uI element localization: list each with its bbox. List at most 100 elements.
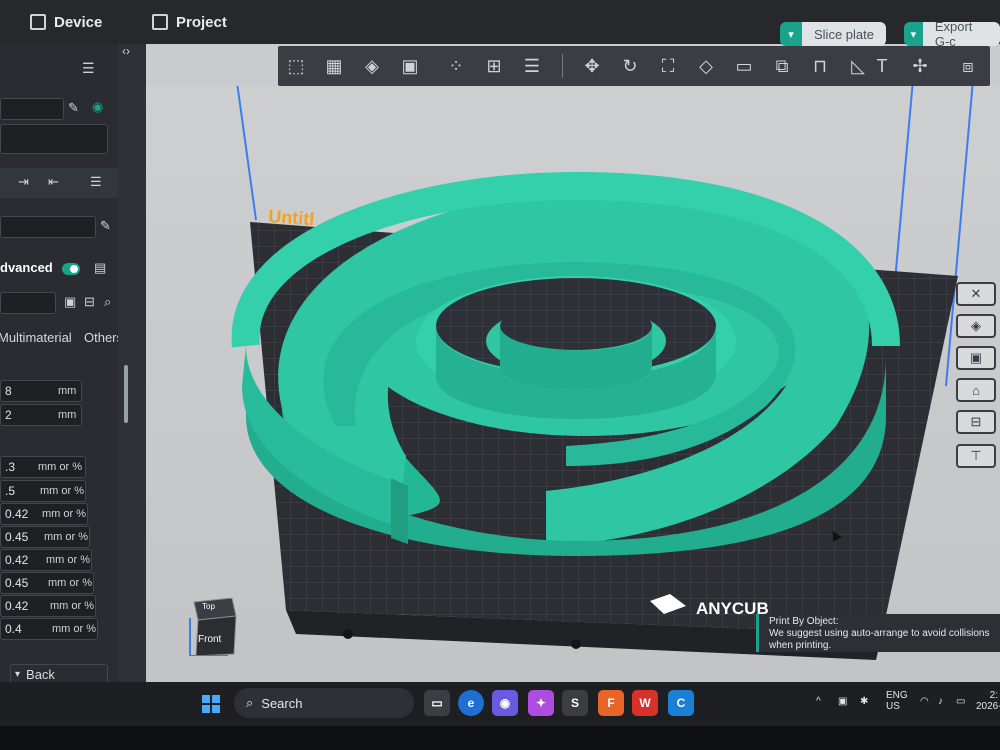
language-bottom: US <box>886 701 900 712</box>
wps-office-icon[interactable]: W <box>632 690 658 716</box>
setting-value: 8 <box>5 384 12 398</box>
support-paint-icon[interactable]: ⊓ <box>806 52 834 80</box>
view-arrange-icon[interactable]: ▣ <box>956 346 996 370</box>
auto-orient-icon[interactable]: ◈ <box>358 52 386 80</box>
rotate-icon[interactable]: ↻ <box>616 52 644 80</box>
view-cube-front-label: Front <box>198 634 222 645</box>
setting-value: 0.45 <box>5 576 29 590</box>
setting-unit: mm or % <box>52 623 96 635</box>
wifi-icon[interactable]: ◉ <box>92 99 103 115</box>
move-icon[interactable]: ✥ <box>578 52 606 80</box>
setting-unit: mm or % <box>42 508 86 520</box>
toast-message: We suggest using auto-arrange to avoid c… <box>769 628 990 651</box>
edge-browser-icon[interactable]: e <box>458 690 484 716</box>
wifi-icon[interactable]: ◠ <box>920 696 929 707</box>
filament-settings-icon[interactable]: ☰ <box>90 174 102 190</box>
taskbar: ⌕ Search ▭ e ◉ ✦ S F W C ^ ▣ ✱ ENG US ◠ … <box>0 682 1000 750</box>
search-icon[interactable]: ⌕ <box>104 294 111 310</box>
language-indicator[interactable]: ENG US <box>886 690 908 712</box>
setting-value: 0.4 <box>5 622 22 636</box>
volume-icon[interactable]: ♪ <box>938 696 943 707</box>
plate-hole <box>343 629 353 639</box>
app-c-icon[interactable]: C <box>668 690 694 716</box>
device-tab[interactable]: Device <box>30 10 102 34</box>
chevron-down-icon[interactable]: ▾ <box>780 22 802 46</box>
edit-icon[interactable]: ✎ <box>68 100 79 116</box>
copilot-icon[interactable]: ✦ <box>528 690 554 716</box>
add-plate-icon[interactable]: ▦ <box>320 52 348 80</box>
boolean-icon[interactable]: ⧉ <box>768 52 796 80</box>
arrange-icon[interactable]: ▣ <box>396 52 424 80</box>
search-settings-input[interactable] <box>0 292 56 314</box>
panel-splitter[interactable]: ‹› <box>118 44 146 682</box>
advanced-toggle-row[interactable]: dvanced ▤ <box>0 260 106 276</box>
filament-add-icon[interactable]: ⇥ <box>18 174 29 190</box>
process-select[interactable] <box>0 216 96 238</box>
cut-icon[interactable]: ▭ <box>730 52 758 80</box>
view-lock-icon[interactable]: ⌂ <box>956 378 996 402</box>
anycubic-slicer-icon[interactable]: S <box>562 690 588 716</box>
slice-plate-button[interactable]: ▾ Slice plate <box>780 22 886 46</box>
spiral-model[interactable] <box>231 171 900 556</box>
battery-icon[interactable]: ▭ <box>956 696 965 707</box>
measure-icon[interactable]: ✢ <box>906 52 934 80</box>
photos-app-icon[interactable]: ◉ <box>492 690 518 716</box>
notification-toast: Print By Object: We suggest using auto-a… <box>756 614 1000 652</box>
taskbar-search[interactable]: ⌕ Search <box>234 688 414 718</box>
scene-svg: Untitl ANYCUB <box>231 45 977 660</box>
settings-scrollbar[interactable] <box>124 365 128 423</box>
view-settings-icon[interactable]: ⊟ <box>956 410 996 434</box>
setting-value: 0.45 <box>5 530 29 544</box>
scale-icon[interactable]: ⛶ <box>654 52 682 80</box>
tray-chevron-icon[interactable]: ^ <box>816 696 821 707</box>
filament-remove-icon[interactable]: ⇤ <box>48 174 59 190</box>
settings-sliders-icon[interactable]: ☰ <box>82 60 95 77</box>
back-button[interactable]: ▾ Back <box>10 664 108 682</box>
compare-icon[interactable]: ▤ <box>94 260 106 275</box>
assembly-icon[interactable]: ⧈ <box>954 52 982 80</box>
setting-unit: mm <box>58 409 77 421</box>
advanced-toggle[interactable] <box>62 262 81 275</box>
add-cube-icon[interactable]: ⬚ <box>282 52 310 80</box>
project-icon <box>152 14 168 30</box>
project-tab-label: Project <box>176 13 227 31</box>
view-delete-icon[interactable]: ✕ <box>956 282 996 306</box>
chevron-down-icon: ▾ <box>15 668 21 680</box>
view-top-icon[interactable]: ⊤ <box>956 444 996 468</box>
tab-multimaterial[interactable]: Multimaterial <box>0 330 72 345</box>
chevron-down-icon[interactable]: ▾ <box>904 22 923 46</box>
plate-title: Untitl <box>268 206 315 229</box>
text-icon[interactable]: T <box>868 52 896 80</box>
save-icon[interactable]: ▣ <box>64 294 76 310</box>
collapse-panel-icon[interactable]: ‹› <box>122 44 130 58</box>
printer-select[interactable] <box>0 98 64 120</box>
lay-on-face-icon[interactable]: ◇ <box>692 52 720 80</box>
setting-unit: mm or % <box>46 554 90 566</box>
toolbar-divider <box>562 54 563 78</box>
plate-hole <box>571 639 581 649</box>
export-gcode-button[interactable]: ▾ Export G-c <box>904 19 1000 49</box>
split-parts-icon[interactable]: ⊞ <box>480 52 508 80</box>
tray-app-icon[interactable]: ▣ <box>838 696 847 707</box>
office-app-icon[interactable]: F <box>598 690 624 716</box>
clock[interactable]: 2: 2026- <box>976 690 1000 712</box>
view-cube[interactable]: Top Front <box>188 597 240 657</box>
collapse-icon[interactable]: ⊟ <box>84 294 95 310</box>
main-toolbar: ⬚ ▦ ◈ ▣ ⁘ ⊞ ☰ ✥ ↻ ⛶ ◇ ▭ ⧉ ⊓ ◺ T ✢ ⧈ <box>278 46 990 86</box>
edit-icon[interactable]: ✎ <box>100 218 111 234</box>
bed-boundary-line <box>945 45 977 387</box>
device-icon <box>30 14 46 30</box>
filament-box[interactable] <box>0 124 108 154</box>
tray-bluetooth-icon[interactable]: ✱ <box>860 696 868 707</box>
3d-viewport[interactable]: Untitl ANYCUB <box>146 45 1000 682</box>
task-view-icon[interactable]: ▭ <box>424 690 450 716</box>
view-orient-icon[interactable]: ◈ <box>956 314 996 338</box>
clock-date: 2026- <box>976 701 1000 712</box>
windows-start-icon[interactable] <box>202 695 220 713</box>
split-objects-icon[interactable]: ⁘ <box>442 52 470 80</box>
layers-icon[interactable]: ☰ <box>518 52 546 80</box>
setting-value: 0.42 <box>5 507 29 521</box>
setting-value: .3 <box>5 460 16 474</box>
setting-unit: mm or % <box>48 577 92 589</box>
project-tab[interactable]: Project <box>152 10 227 34</box>
